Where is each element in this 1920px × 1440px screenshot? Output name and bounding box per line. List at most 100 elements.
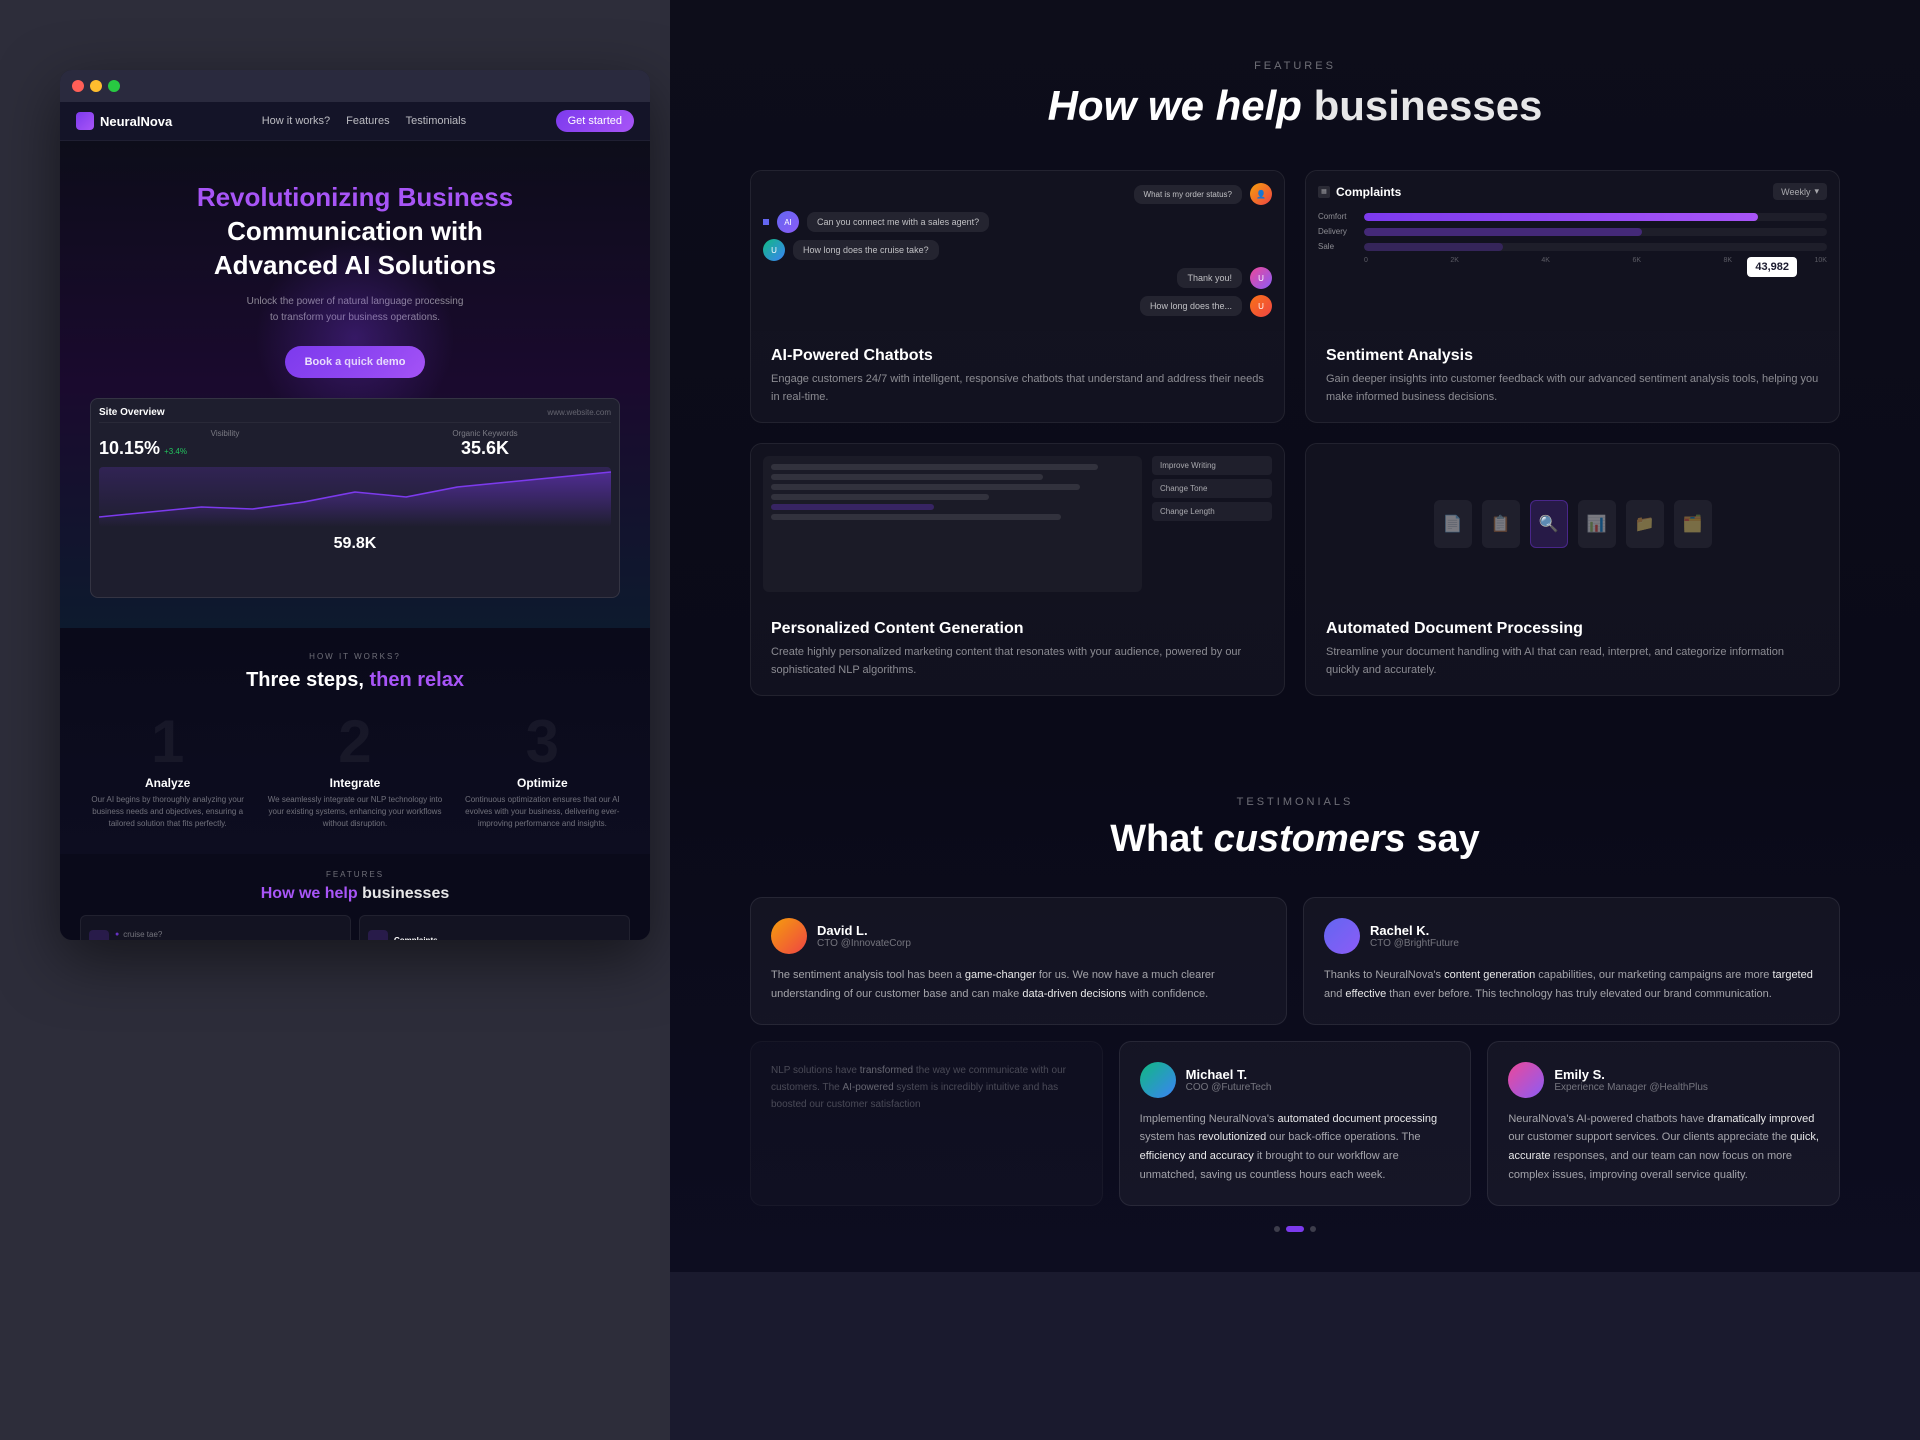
step-3-desc: Continuous optimization ensures that our… (455, 794, 630, 830)
complaints-header: ▦ Complaints Weekly ▾ (1318, 183, 1827, 200)
logo-text: NeuralNova (100, 114, 172, 129)
testimonial-michael-role: COO @FutureTech (1186, 1082, 1272, 1093)
axis-0: 0 (1364, 257, 1368, 264)
steps-grid: 1 Analyze Our AI begins by thoroughly an… (80, 712, 630, 830)
complaints-period-dropdown[interactable]: Weekly ▾ (1773, 183, 1827, 200)
testimonial-david-text: The sentiment analysis tool has been a g… (771, 966, 1266, 1003)
scroll-dots (750, 1226, 1840, 1232)
testimonial-emily-header: Emily S. Experience Manager @HealthPlus (1508, 1062, 1819, 1098)
step-2-desc: We seamlessly integrate our NLP technolo… (267, 794, 442, 830)
r-features-section: FEATURES How we help businesses What is … (670, 0, 1920, 746)
testimonials-grid-row1: David L. CTO @InnovateCorp The sentiment… (750, 897, 1840, 1024)
content-gen-inner: Improve Writing Change Tone Change Lengt… (751, 444, 1284, 604)
sentiment-card-desc: Gain deeper insights into customer feedb… (1326, 371, 1819, 406)
chatbot-preview: What is my order status? 👤 AI Can you co… (751, 171, 1284, 331)
menu-change-length[interactable]: Change Length (1152, 502, 1272, 521)
testimonial-rachel-role: CTO @BrightFuture (1370, 938, 1459, 949)
chat-avatar-5: U (1250, 295, 1272, 317)
dash-metric-large: 59.8K (99, 535, 611, 553)
chat-badge-2 (763, 219, 769, 225)
bar-label-comfort: Comfort (1318, 212, 1358, 221)
doc-processing-title: Automated Document Processing (1326, 620, 1819, 638)
axis-8k: 8K (1723, 257, 1732, 264)
scroll-dot-2-active[interactable] (1286, 1226, 1304, 1232)
testimonial-emily-role: Experience Manager @HealthPlus (1554, 1082, 1708, 1093)
testimonial-emily-text: NeuralNova's AI-powered chatbots have dr… (1508, 1110, 1819, 1185)
maximize-button[interactable] (108, 80, 120, 92)
doc-icon-1: 📄 (1434, 500, 1472, 548)
hero-cta-button[interactable]: Book a quick demo (285, 346, 426, 378)
nav-link-how[interactable]: How it works? (262, 115, 330, 127)
dash-title: Site Overview (99, 407, 165, 418)
nav-links: How it works? Features Testimonials (262, 115, 466, 127)
content-menu: Improve Writing Change Tone Change Lengt… (1152, 456, 1272, 592)
avatar-emily (1508, 1062, 1544, 1098)
nav-cta-button[interactable]: Get started (556, 110, 634, 132)
testimonial-partial-left-text: NLP solutions have transformed the way w… (771, 1062, 1082, 1113)
doc-processing-card-body: Automated Document Processing Streamline… (1306, 604, 1839, 695)
scroll-dot-1[interactable] (1274, 1226, 1280, 1232)
chatbot-icon (89, 930, 109, 940)
chatbot-card: What is my order status? 👤 AI Can you co… (750, 170, 1285, 423)
bar-fill-delivery (1364, 228, 1642, 236)
feat-card-complaints: Complaints (359, 915, 630, 940)
chat-row-1: What is my order status? 👤 (763, 183, 1272, 205)
testimonial-emily-name: Emily S. (1554, 1067, 1708, 1082)
avatar-michael (1140, 1062, 1176, 1098)
features-label: FEATURES (80, 870, 630, 879)
close-button[interactable] (72, 80, 84, 92)
dash-url: www.website.com (547, 408, 611, 417)
bar-track-delivery (1364, 228, 1827, 236)
axis-4k: 4K (1541, 257, 1550, 264)
scroll-dot-3[interactable] (1310, 1226, 1316, 1232)
menu-change-tone[interactable]: Change Tone (1152, 479, 1272, 498)
chat-avatar-4: U (1250, 267, 1272, 289)
step-2: 2 Integrate We seamlessly integrate our … (267, 712, 442, 830)
doc-processing-preview: 📄 📋 🔍 📊 📁 🗂️ (1306, 444, 1839, 604)
step-1: 1 Analyze Our AI begins by thoroughly an… (80, 712, 255, 830)
testimonial-michael-info: Michael T. COO @FutureTech (1186, 1067, 1272, 1093)
testimonials-title: What customers say (750, 818, 1840, 861)
navbar: NeuralNova How it works? Features Testim… (60, 102, 650, 141)
bar-track-comfort (1364, 213, 1827, 221)
testimonial-michael-text: Implementing NeuralNova's automated docu… (1140, 1110, 1451, 1185)
doc-icon-6: 🗂️ (1674, 500, 1712, 548)
minimize-button[interactable] (90, 80, 102, 92)
content-line-5 (771, 514, 1061, 520)
complaints-widget: ▦ Complaints Weekly ▾ Comfort (1306, 171, 1839, 331)
bar-label-sale: Sale (1318, 242, 1358, 251)
hero-title: Revolutionizing Business Communication w… (80, 181, 630, 282)
features-cards-row: ● cruise tae? What is my order status? C… (80, 915, 630, 940)
testimonial-rachel: Rachel K. CTO @BrightFuture Thanks to Ne… (1303, 897, 1840, 1024)
dash-header: Site Overview www.website.com (99, 407, 611, 423)
r-features-grid: What is my order status? 👤 AI Can you co… (750, 170, 1840, 696)
step-3: 3 Optimize Continuous optimization ensur… (455, 712, 630, 830)
nav-logo: NeuralNova (76, 112, 172, 130)
content-gen-card-body: Personalized Content Generation Create h… (751, 604, 1284, 695)
chat-row-4: Thank you! U (763, 267, 1272, 289)
dash-metric-visibility: Visibility 10.15% +3.4% (99, 429, 351, 459)
content-line-2 (771, 474, 1043, 480)
nav-link-features[interactable]: Features (346, 115, 389, 127)
hero-section: Revolutionizing Business Communication w… (60, 141, 650, 628)
testimonial-david: David L. CTO @InnovateCorp The sentiment… (750, 897, 1287, 1024)
complaints-bars: Comfort Delivery (1318, 212, 1827, 251)
hiw-label: HOW IT WORKS? (80, 652, 630, 661)
complaints-icon-small: ▦ (1318, 186, 1330, 198)
chat-bubble-3: How long does the cruise take? (793, 240, 939, 260)
menu-improve-writing[interactable]: Improve Writing (1152, 456, 1272, 475)
avatar-rachel (1324, 918, 1360, 954)
nav-link-testimonials[interactable]: Testimonials (406, 115, 467, 127)
doc-processing-desc: Streamline your document handling with A… (1326, 644, 1819, 679)
testimonial-emily: Emily S. Experience Manager @HealthPlus … (1487, 1041, 1840, 1206)
testimonial-emily-info: Emily S. Experience Manager @HealthPlus (1554, 1067, 1708, 1093)
step-1-num: 1 (80, 712, 255, 772)
browser-window: NeuralNova How it works? Features Testim… (60, 70, 650, 940)
axis-6k: 6K (1632, 257, 1641, 264)
hiw-title: Three steps, then relax (80, 669, 630, 692)
chat-bubble-5: How long does the... (1140, 296, 1242, 316)
r-features-title: How we help businesses (750, 82, 1840, 130)
content-line-3 (771, 484, 1080, 490)
dash-metric-keywords: Organic Keywords 35.6K (359, 429, 611, 459)
chat-bubble-4: Thank you! (1177, 268, 1242, 288)
